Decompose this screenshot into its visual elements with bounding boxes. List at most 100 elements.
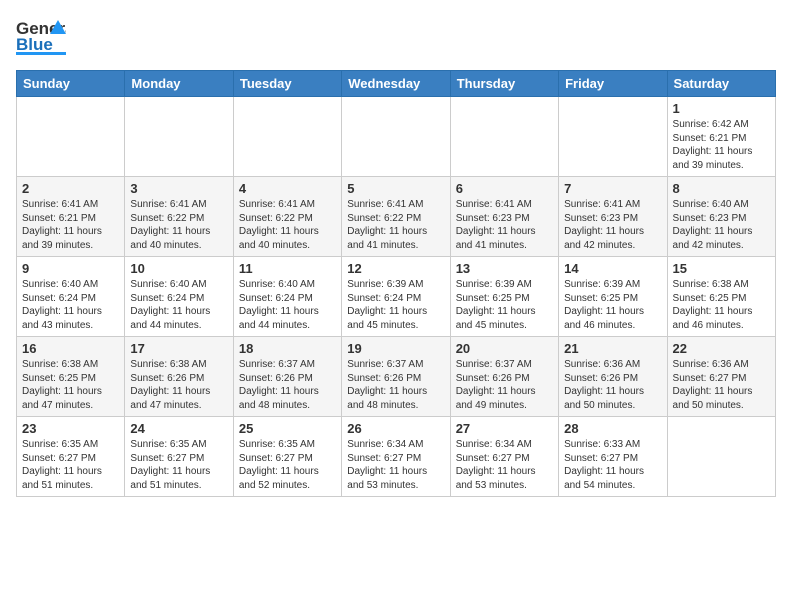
calendar-cell: [450, 97, 558, 177]
day-number: 11: [239, 261, 336, 276]
calendar-cell: [125, 97, 233, 177]
calendar-cell: [233, 97, 341, 177]
day-info: Sunrise: 6:37 AM Sunset: 6:26 PM Dayligh…: [456, 358, 553, 412]
calendar-cell: 3Sunrise: 6:41 AM Sunset: 6:22 PM Daylig…: [125, 177, 233, 257]
day-number: 28: [564, 421, 661, 436]
calendar-week-row: 16 Sunrise: 6:38 AM Sunset: 6:25 PM Dayli…: [17, 337, 776, 417]
day-number: 21: [564, 341, 661, 356]
day-number: 24: [130, 421, 227, 436]
calendar-cell: [667, 417, 775, 497]
calendar-cell: 1 Sunrise: 6:42 AM Sunset: 6:21 PM Daylig…: [667, 97, 775, 177]
calendar-cell: [559, 97, 667, 177]
calendar-cell: 23 Sunrise: 6:35 AM Sunset: 6:27 PM Dayli…: [17, 417, 125, 497]
day-number: 14: [564, 261, 661, 276]
calendar-cell: 5 Sunrise: 6:41 AM Sunset: 6:22 PM Daylig…: [342, 177, 450, 257]
day-info: Sunrise: 6:39 AM Sunset: 6:24 PM Dayligh…: [347, 278, 444, 332]
calendar-week-row: 2 Sunrise: 6:41 AM Sunset: 6:21 PM Daylig…: [17, 177, 776, 257]
day-info: Sunrise: 6:34 AM Sunset: 6:27 PM Dayligh…: [347, 438, 444, 492]
day-info: Sunrise: 6:38 AM Sunset: 6:25 PM Dayligh…: [673, 278, 770, 332]
calendar-cell: 15 Sunrise: 6:38 AM Sunset: 6:25 PM Dayli…: [667, 257, 775, 337]
day-info: Sunrise: 6:41 AM Sunset: 6:23 PM Dayligh…: [456, 198, 553, 252]
calendar-cell: 10 Sunrise: 6:40 AM Sunset: 6:24 PM Dayli…: [125, 257, 233, 337]
day-info: Sunrise: 6:36 AM Sunset: 6:26 PM Dayligh…: [564, 358, 661, 412]
day-info: Sunrise: 6:41 AM Sunset: 6:22 PM Dayligh…: [239, 198, 336, 252]
calendar-cell: [342, 97, 450, 177]
calendar-cell: 28 Sunrise: 6:33 AM Sunset: 6:27 PM Dayli…: [559, 417, 667, 497]
day-info: Sunrise: 6:40 AM Sunset: 6:24 PM Dayligh…: [239, 278, 336, 332]
day-number: 18: [239, 341, 336, 356]
calendar-header-row: SundayMondayTuesdayWednesdayThursdayFrid…: [17, 71, 776, 97]
calendar-cell: 26 Sunrise: 6:34 AM Sunset: 6:27 PM Dayli…: [342, 417, 450, 497]
calendar-cell: 12 Sunrise: 6:39 AM Sunset: 6:24 PM Dayli…: [342, 257, 450, 337]
day-number: 15: [673, 261, 770, 276]
calendar-cell: 7 Sunrise: 6:41 AM Sunset: 6:23 PM Daylig…: [559, 177, 667, 257]
day-info: Sunrise: 6:39 AM Sunset: 6:25 PM Dayligh…: [564, 278, 661, 332]
day-number: 23: [22, 421, 119, 436]
day-info: Sunrise: 6:39 AM Sunset: 6:25 PM Dayligh…: [456, 278, 553, 332]
day-number: 3: [130, 181, 227, 196]
day-info: Sunrise: 6:35 AM Sunset: 6:27 PM Dayligh…: [22, 438, 119, 492]
day-info: Sunrise: 6:41 AM Sunset: 6:23 PM Dayligh…: [564, 198, 661, 252]
day-number: 6: [456, 181, 553, 196]
day-info: Sunrise: 6:33 AM Sunset: 6:27 PM Dayligh…: [564, 438, 661, 492]
calendar-cell: [17, 97, 125, 177]
svg-text:Blue: Blue: [16, 35, 53, 54]
day-number: 13: [456, 261, 553, 276]
day-info: Sunrise: 6:40 AM Sunset: 6:24 PM Dayligh…: [22, 278, 119, 332]
calendar-cell: 14 Sunrise: 6:39 AM Sunset: 6:25 PM Dayli…: [559, 257, 667, 337]
day-number: 20: [456, 341, 553, 356]
day-info: Sunrise: 6:37 AM Sunset: 6:26 PM Dayligh…: [239, 358, 336, 412]
calendar-cell: 8 Sunrise: 6:40 AM Sunset: 6:23 PM Daylig…: [667, 177, 775, 257]
calendar-cell: 19 Sunrise: 6:37 AM Sunset: 6:26 PM Dayli…: [342, 337, 450, 417]
logo-icon: General Blue: [16, 16, 66, 58]
day-number: 10: [130, 261, 227, 276]
calendar-cell: 17 Sunrise: 6:38 AM Sunset: 6:26 PM Dayli…: [125, 337, 233, 417]
day-number: 27: [456, 421, 553, 436]
calendar-week-row: 9Sunrise: 6:40 AM Sunset: 6:24 PM Daylig…: [17, 257, 776, 337]
day-number: 19: [347, 341, 444, 356]
day-number: 8: [673, 181, 770, 196]
calendar-cell: 4 Sunrise: 6:41 AM Sunset: 6:22 PM Daylig…: [233, 177, 341, 257]
calendar-cell: 27 Sunrise: 6:34 AM Sunset: 6:27 PM Dayli…: [450, 417, 558, 497]
day-info: Sunrise: 6:40 AM Sunset: 6:24 PM Dayligh…: [130, 278, 227, 332]
day-info: Sunrise: 6:42 AM Sunset: 6:21 PM Dayligh…: [673, 118, 770, 172]
day-header-wednesday: Wednesday: [342, 71, 450, 97]
calendar-cell: 13 Sunrise: 6:39 AM Sunset: 6:25 PM Dayli…: [450, 257, 558, 337]
day-info: Sunrise: 6:38 AM Sunset: 6:25 PM Dayligh…: [22, 358, 119, 412]
calendar-cell: 9Sunrise: 6:40 AM Sunset: 6:24 PM Daylig…: [17, 257, 125, 337]
calendar-cell: 24Sunrise: 6:35 AM Sunset: 6:27 PM Dayli…: [125, 417, 233, 497]
day-number: 1: [673, 101, 770, 116]
calendar-week-row: 1 Sunrise: 6:42 AM Sunset: 6:21 PM Daylig…: [17, 97, 776, 177]
calendar-cell: 2 Sunrise: 6:41 AM Sunset: 6:21 PM Daylig…: [17, 177, 125, 257]
day-number: 16: [22, 341, 119, 356]
day-header-sunday: Sunday: [17, 71, 125, 97]
calendar-cell: 22Sunrise: 6:36 AM Sunset: 6:27 PM Dayli…: [667, 337, 775, 417]
calendar-cell: 21 Sunrise: 6:36 AM Sunset: 6:26 PM Dayli…: [559, 337, 667, 417]
day-header-tuesday: Tuesday: [233, 71, 341, 97]
day-info: Sunrise: 6:40 AM Sunset: 6:23 PM Dayligh…: [673, 198, 770, 252]
day-number: 17: [130, 341, 227, 356]
day-info: Sunrise: 6:41 AM Sunset: 6:22 PM Dayligh…: [347, 198, 444, 252]
day-header-friday: Friday: [559, 71, 667, 97]
day-number: 7: [564, 181, 661, 196]
day-number: 4: [239, 181, 336, 196]
day-info: Sunrise: 6:35 AM Sunset: 6:27 PM Dayligh…: [239, 438, 336, 492]
day-info: Sunrise: 6:41 AM Sunset: 6:21 PM Dayligh…: [22, 198, 119, 252]
day-number: 5: [347, 181, 444, 196]
day-info: Sunrise: 6:34 AM Sunset: 6:27 PM Dayligh…: [456, 438, 553, 492]
day-info: Sunrise: 6:36 AM Sunset: 6:27 PM Dayligh…: [673, 358, 770, 412]
calendar-week-row: 23 Sunrise: 6:35 AM Sunset: 6:27 PM Dayli…: [17, 417, 776, 497]
day-info: Sunrise: 6:38 AM Sunset: 6:26 PM Dayligh…: [130, 358, 227, 412]
calendar-cell: 16 Sunrise: 6:38 AM Sunset: 6:25 PM Dayli…: [17, 337, 125, 417]
day-number: 2: [22, 181, 119, 196]
calendar-cell: 20 Sunrise: 6:37 AM Sunset: 6:26 PM Dayli…: [450, 337, 558, 417]
day-number: 26: [347, 421, 444, 436]
day-number: 12: [347, 261, 444, 276]
calendar-cell: 6 Sunrise: 6:41 AM Sunset: 6:23 PM Daylig…: [450, 177, 558, 257]
day-info: Sunrise: 6:37 AM Sunset: 6:26 PM Dayligh…: [347, 358, 444, 412]
calendar-cell: 25Sunrise: 6:35 AM Sunset: 6:27 PM Dayli…: [233, 417, 341, 497]
calendar-cell: 18 Sunrise: 6:37 AM Sunset: 6:26 PM Dayli…: [233, 337, 341, 417]
logo: General Blue: [16, 16, 66, 58]
calendar-table: SundayMondayTuesdayWednesdayThursdayFrid…: [16, 70, 776, 497]
day-header-thursday: Thursday: [450, 71, 558, 97]
